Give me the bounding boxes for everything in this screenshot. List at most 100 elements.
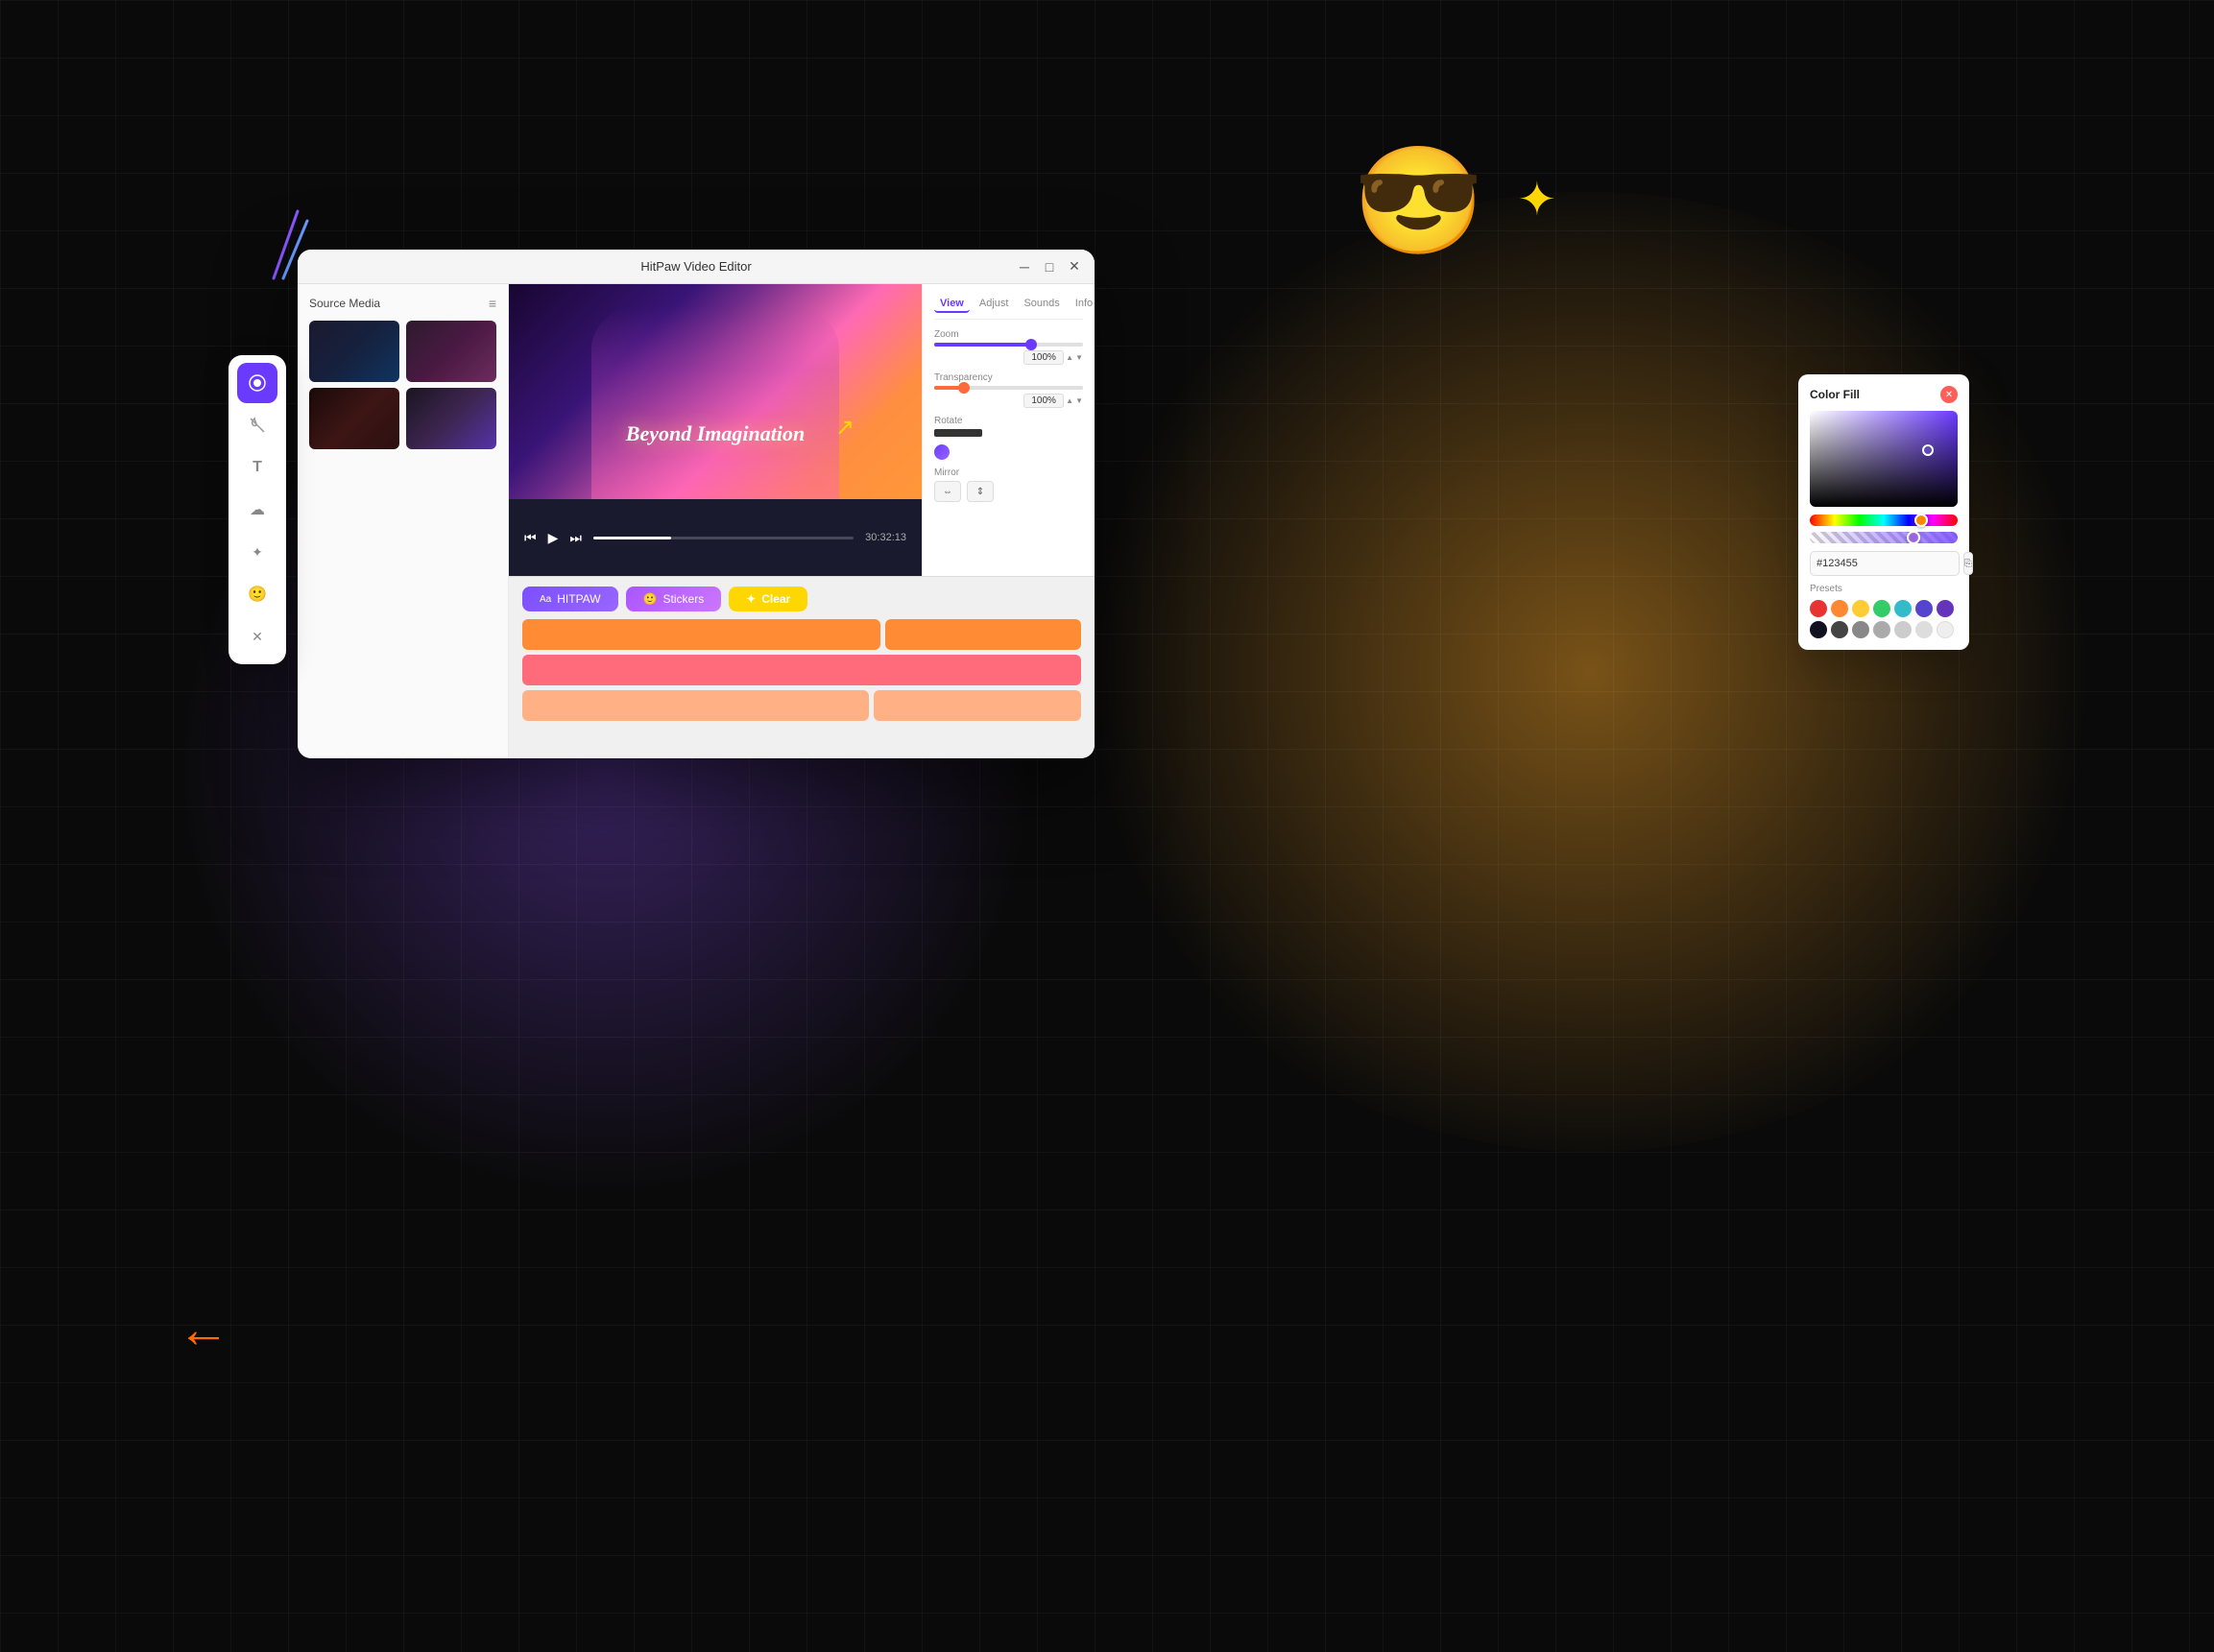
color-fill-title: Color Fill [1810, 388, 1860, 401]
stickers-button[interactable]: 🙂 Stickers [626, 587, 722, 611]
track-block-3[interactable] [522, 655, 1081, 685]
zoom-fill [934, 343, 1031, 347]
play-button[interactable]: ▶ [548, 530, 559, 546]
preset-lightgray3[interactable] [1915, 621, 1933, 638]
rotate-circle[interactable] [934, 444, 950, 460]
mirror-buttons: ⇔ ⇕ [934, 481, 1083, 502]
transparency-slider[interactable] [934, 386, 1083, 390]
window-controls: ─ □ ✕ [1016, 258, 1083, 275]
progress-bar[interactable] [593, 537, 854, 539]
preset-orange[interactable] [1831, 600, 1848, 617]
zoom-slider[interactable] [934, 343, 1083, 347]
track-row-3 [522, 690, 1081, 721]
prev-frame-button[interactable]: ⏮ [524, 530, 537, 546]
presets-label: Presets [1810, 584, 1958, 594]
track-block-5[interactable] [874, 690, 1081, 721]
preset-darkblue[interactable] [1810, 621, 1827, 638]
main-top: Beyond Imagination ↗ ⏮ ▶ ⏭ 30:32:13 [509, 284, 1095, 576]
source-title: Source Media [309, 297, 380, 310]
track-block-1[interactable] [522, 619, 880, 650]
tabs-row: View Adjust Sounds Info [934, 296, 1083, 320]
properties-panel: View Adjust Sounds Info Zoom 100% ▲ ▼ [922, 284, 1095, 576]
transparency-arrow-down[interactable]: ▼ [1075, 396, 1083, 405]
deco-star-icon: ✦ [1518, 173, 1556, 227]
preset-lightgray2[interactable] [1894, 621, 1912, 638]
main-content: Beyond Imagination ↗ ⏮ ▶ ⏭ 30:32:13 [509, 284, 1095, 758]
clear-button[interactable]: ✦ Clear [729, 587, 807, 611]
media-thumb-4[interactable] [406, 388, 496, 449]
track-block-2[interactable] [885, 619, 1081, 650]
media-thumb-3[interactable] [309, 388, 399, 449]
preset-darkgray[interactable] [1831, 621, 1848, 638]
tab-adjust[interactable]: Adjust [974, 296, 1015, 313]
app-title: HitPaw Video Editor [640, 259, 751, 274]
opacity-thumb[interactable] [1907, 532, 1920, 543]
hex-input[interactable] [1810, 551, 1960, 576]
preset-white[interactable] [1937, 621, 1954, 638]
grid-overlay [0, 0, 2214, 1652]
tool-text[interactable]: T [237, 447, 277, 488]
hue-thumb[interactable] [1914, 514, 1928, 527]
zoom-value: 100% [1023, 350, 1064, 365]
preset-lightgray1[interactable] [1873, 621, 1890, 638]
preset-indigo[interactable] [1915, 600, 1933, 617]
mirror-vertical-button[interactable]: ⇕ [967, 481, 994, 502]
track-row-2 [522, 655, 1081, 685]
video-preview: Beyond Imagination ↗ ⏮ ▶ ⏭ 30:32:13 [509, 284, 922, 576]
hue-slider[interactable] [1810, 515, 1958, 526]
hex-copy-button[interactable]: ⎘ [1963, 552, 1973, 575]
mirror-label: Mirror [934, 467, 1083, 478]
color-panel-header: Color Fill ✕ [1810, 386, 1958, 403]
text-btn-label: HITPAW [557, 592, 600, 606]
close-button[interactable]: ✕ [1066, 258, 1083, 275]
media-thumb-2[interactable] [406, 321, 496, 382]
title-bar: HitPaw Video Editor ─ □ ✕ [298, 250, 1095, 284]
progress-fill [593, 537, 671, 539]
tool-more[interactable]: ✕ [237, 616, 277, 657]
text-button[interactable]: Aa HITPAW [522, 587, 618, 611]
tab-sounds[interactable]: Sounds [1018, 296, 1065, 313]
tool-ai[interactable]: ✦ [237, 532, 277, 572]
rotate-indicator [934, 429, 982, 437]
source-menu-icon[interactable]: ≡ [489, 296, 496, 311]
color-gradient-box[interactable] [1810, 411, 1958, 507]
tool-emoji[interactable]: 🙂 [237, 574, 277, 614]
zoom-arrow-up[interactable]: ▲ [1066, 353, 1073, 362]
tool-elements[interactable]: ☁ [237, 490, 277, 530]
track-block-4[interactable] [522, 690, 869, 721]
tool-effects[interactable] [237, 363, 277, 403]
color-picker-dot[interactable] [1922, 444, 1934, 456]
timeline-tracks [522, 619, 1081, 721]
zoom-thumb[interactable] [1025, 339, 1037, 350]
cursor-arrow-icon: ↗ [835, 414, 854, 442]
preset-gray[interactable] [1852, 621, 1869, 638]
preset-yellow[interactable] [1852, 600, 1869, 617]
color-panel-close-button[interactable]: ✕ [1940, 386, 1958, 403]
preset-teal[interactable] [1894, 600, 1912, 617]
transparency-value: 100% [1023, 394, 1064, 408]
transparency-thumb[interactable] [958, 382, 970, 394]
color-fill-panel: Color Fill ✕ ⎘ Presets [1798, 374, 1969, 650]
transparency-arrow-up[interactable]: ▲ [1066, 396, 1073, 405]
mirror-horizontal-button[interactable]: ⇔ [934, 481, 961, 502]
sticker-btn-icon: 🙂 [643, 592, 658, 606]
clear-btn-label: Clear [761, 592, 790, 606]
track-row-1 [522, 619, 1081, 650]
next-frame-button[interactable]: ⏭ [569, 530, 582, 546]
opacity-slider[interactable] [1810, 532, 1958, 543]
media-thumb-1[interactable] [309, 321, 399, 382]
preset-red[interactable] [1810, 600, 1827, 617]
zoom-arrow-down[interactable]: ▼ [1075, 353, 1083, 362]
minimize-button[interactable]: ─ [1016, 258, 1033, 275]
preset-green[interactable] [1873, 600, 1890, 617]
tab-info[interactable]: Info [1070, 296, 1095, 313]
sidebar-tools-panel: T ☁ ✦ 🙂 ✕ [229, 355, 286, 664]
tool-cut[interactable] [237, 405, 277, 445]
preset-purple[interactable] [1937, 600, 1954, 617]
rotate-buttons [934, 444, 1083, 460]
media-grid [309, 321, 496, 449]
transparency-value-box: 100% ▲ ▼ [934, 394, 1083, 408]
maximize-button[interactable]: □ [1041, 258, 1058, 275]
text-btn-icon: Aa [540, 594, 551, 605]
tab-view[interactable]: View [934, 296, 970, 313]
